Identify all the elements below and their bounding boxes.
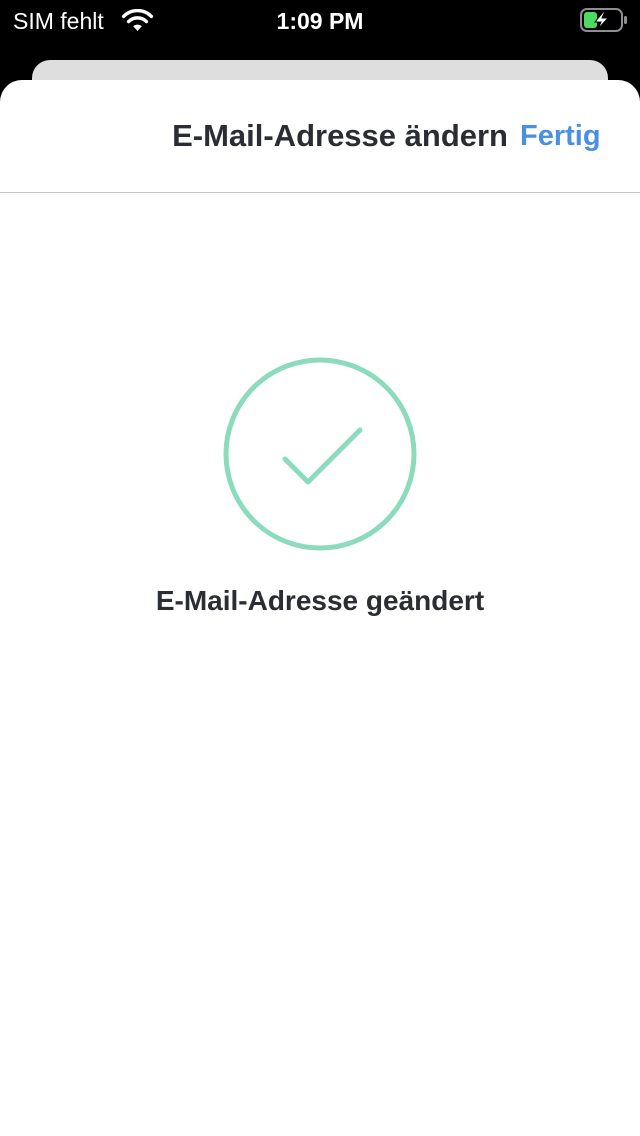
checkmark-circle-icon [223,357,417,551]
modal-sheet: E-Mail-Adresse ändern Fertig E-Mail-Adre… [0,80,640,1136]
page-title: E-Mail-Adresse ändern [172,118,508,153]
battery-charging-icon [580,8,627,32]
status-bar: SIM fehlt 1:09 PM [0,0,640,40]
navigation-bar: E-Mail-Adresse ändern Fertig [0,80,640,193]
done-button[interactable]: Fertig [520,117,601,155]
success-message: E-Mail-Adresse geändert [155,585,485,616]
clock-label: 1:09 PM [276,8,364,34]
